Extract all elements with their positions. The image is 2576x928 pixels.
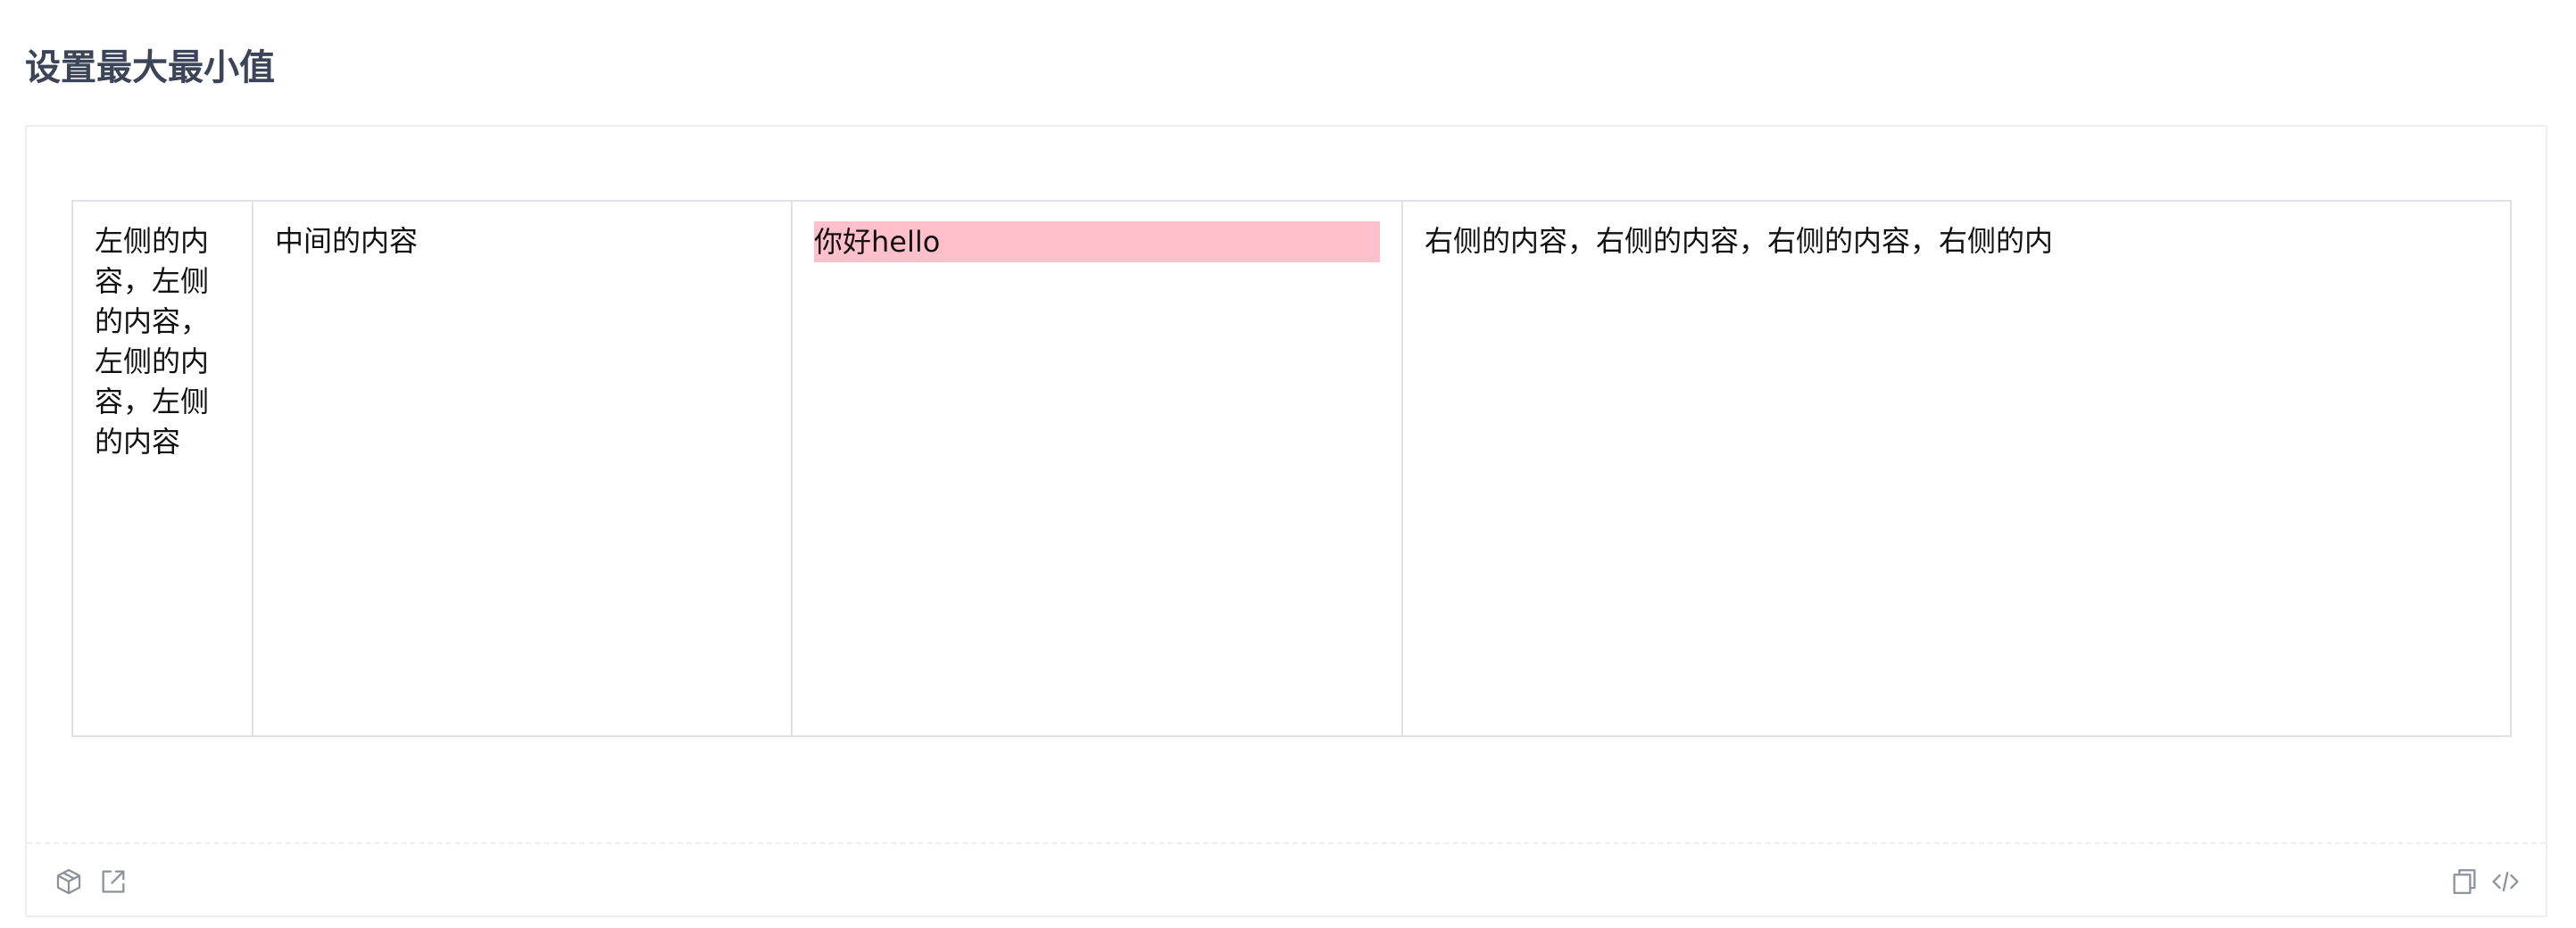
demo-toolbar (27, 844, 2546, 917)
page: 设置最大最小值 左侧的内容，左侧的内容，左侧的内容，左侧的内容 中间的内容 你好… (0, 0, 2576, 928)
middle-column-text: 中间的内容 (275, 224, 419, 258)
page-title: 设置最大最小值 (25, 47, 275, 88)
demo-card: 左侧的内容，左侧的内容，左侧的内容，左侧的内容 中间的内容 你好hello 右侧… (25, 125, 2547, 917)
left-column: 左侧的内容，左侧的内容，左侧的内容，左侧的内容 (73, 202, 252, 735)
layout-row: 左侧的内容，左侧的内容，左侧的内容，左侧的内容 中间的内容 你好hello 右侧… (71, 200, 2512, 737)
center-column: 你好hello (791, 202, 1401, 735)
copy-icon[interactable] (2449, 866, 2480, 897)
code-icon[interactable] (2490, 866, 2521, 897)
open-external-icon[interactable] (98, 866, 129, 897)
highlighted-content: 你好hello (814, 221, 1380, 262)
right-column-text: 右侧的内容，右侧的内容，右侧的内容，右侧的内 (1425, 224, 2054, 258)
middle-column: 中间的内容 (252, 202, 791, 735)
demo-preview: 左侧的内容，左侧的内容，左侧的内容，左侧的内容 中间的内容 你好hello 右侧… (27, 127, 2546, 844)
left-column-text: 左侧的内容，左侧的内容，左侧的内容，左侧的内容 (95, 224, 210, 459)
right-column: 右侧的内容，右侧的内容，右侧的内容，右侧的内 (1401, 202, 2510, 735)
codesandbox-icon[interactable] (54, 866, 84, 897)
